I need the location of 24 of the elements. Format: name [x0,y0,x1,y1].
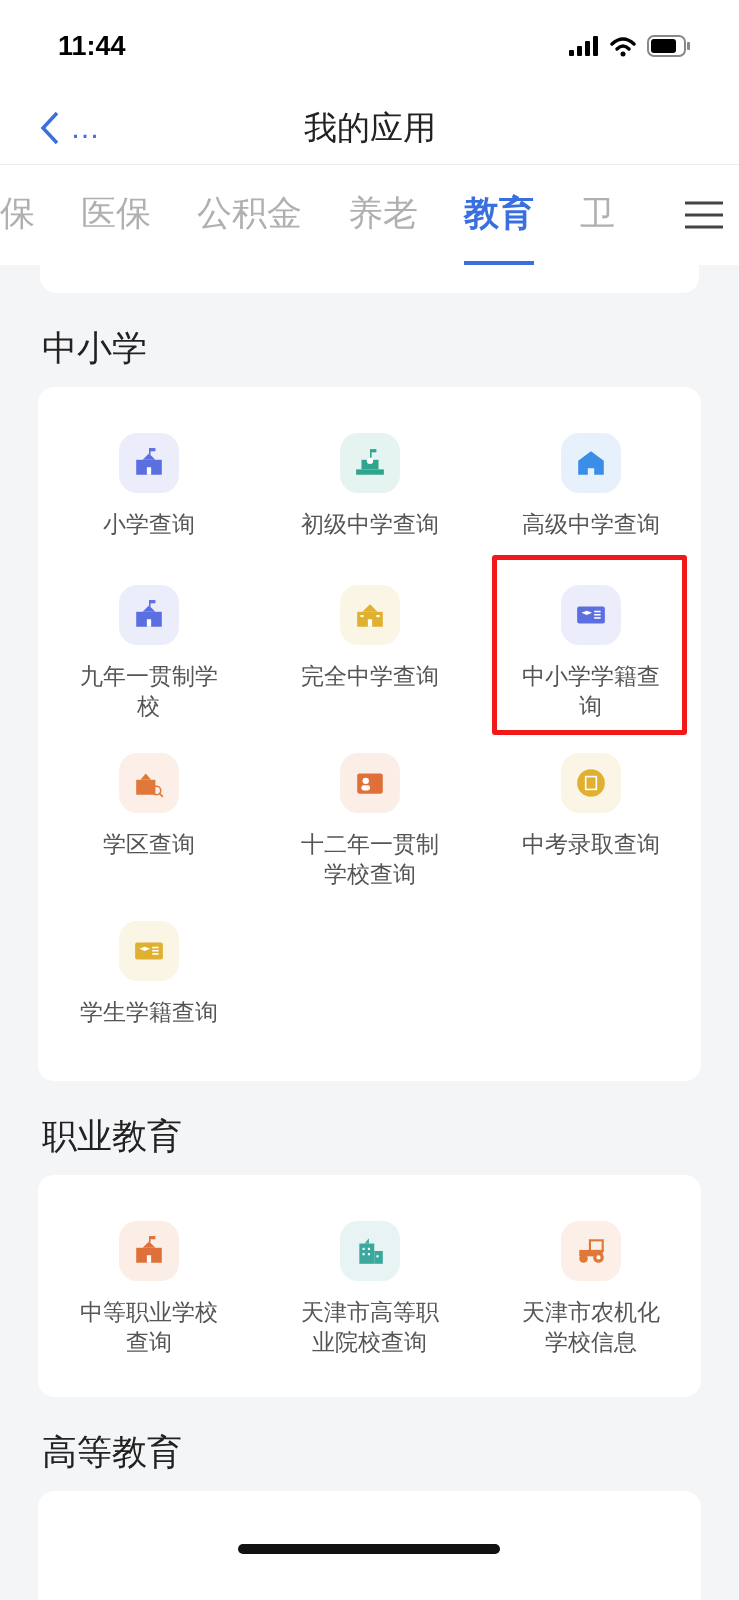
app-label[interactable]: 完全中学查询 [294,661,445,691]
app-label[interactable]: 初级中学查询 [294,509,445,539]
status-time: 11:44 [58,30,126,62]
app-label[interactable]: 学区查询 [73,829,224,859]
section-title: 职业教育 [41,1115,183,1158]
section-title: 中小学 [41,327,148,370]
app-label[interactable]: 天津市高等职业院校查询 [294,1297,445,1357]
page-title: 我的应用 [303,106,436,149]
back-button[interactable]: … [40,111,100,145]
app-label[interactable]: 小学查询 [73,509,224,539]
signal-icon [569,36,599,56]
app-label[interactable]: 十二年一贯制学校查询 [294,829,445,889]
app-label[interactable]: 高级中学查询 [515,509,666,539]
app-label[interactable]: 九年一贯制学校 [73,661,224,721]
app-label[interactable]: 天津市农机化学校信息 [515,1297,666,1357]
app-label[interactable]: 中等职业学校查询 [73,1297,224,1357]
app-label[interactable]: 学生学籍查询 [73,997,224,1027]
menu-icon [685,200,723,230]
back-chevron-icon [40,111,60,145]
app-label[interactable]: 中考录取查询 [515,829,666,859]
section-title: 高等教育 [41,1431,183,1474]
wifi-icon [609,35,637,57]
battery-icon [647,35,691,57]
app-label[interactable]: 中小学学籍查询 [515,661,666,721]
